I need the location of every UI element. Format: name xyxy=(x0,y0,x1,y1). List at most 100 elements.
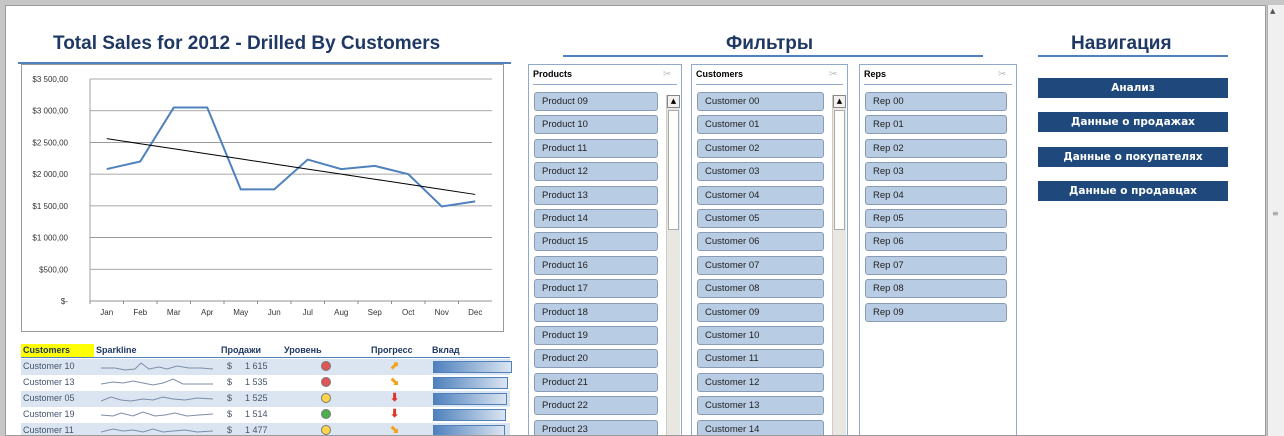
filters-title: Фильтры xyxy=(726,33,814,54)
customers-slicer-item[interactable]: Customer 02 xyxy=(697,138,824,158)
currency-symbol: $ xyxy=(227,393,233,403)
products-slicer-item[interactable]: Product 14 xyxy=(534,209,658,228)
trend-arrow-icon: ⬊ xyxy=(390,424,400,436)
products-slicer-item[interactable]: Product 09 xyxy=(534,92,658,111)
navigation-underline xyxy=(1038,55,1228,57)
products-slicer-item[interactable]: Product 10 xyxy=(534,115,658,135)
customers-slicer-item[interactable]: Customer 12 xyxy=(697,372,824,392)
scroll-up-icon[interactable]: ▲ xyxy=(1270,7,1275,15)
x-tick-label: Feb xyxy=(133,308,147,317)
table-row: Customer 10 $1 615 ⬈ xyxy=(21,359,512,375)
reps-slicer-item[interactable]: Rep 06 xyxy=(865,232,1007,252)
reps-slicer[interactable]: Reps ✂ Rep 00 Rep 01 Rep 02 Rep 03 Rep 04 Rep… xyxy=(859,64,1017,435)
header-progress: Прогресс xyxy=(371,345,413,355)
clear-filter-icon[interactable]: ✂ xyxy=(998,69,1006,80)
customers-slicer-item[interactable]: Customer 14 xyxy=(697,419,824,435)
products-slicer-item[interactable]: Product 11 xyxy=(534,138,658,158)
customers-slicer-item[interactable]: Customer 13 xyxy=(697,396,824,416)
trend-arrow-icon: ⬊ xyxy=(390,376,400,388)
sheet-vertical-scrollbar[interactable]: ▲ ≡ xyxy=(1267,5,1284,436)
sales-value: 1 615 xyxy=(245,361,268,371)
products-slicer-item[interactable]: Product 22 xyxy=(534,396,658,416)
reps-slicer-item[interactable]: Rep 02 xyxy=(865,138,1007,158)
x-tick-label: Dec xyxy=(468,308,482,317)
products-slicer-item[interactable]: Product 20 xyxy=(534,349,658,369)
customers-slicer-item[interactable]: Customer 08 xyxy=(697,279,824,299)
currency-symbol: $ xyxy=(227,425,233,435)
level-indicator-icon xyxy=(321,425,331,435)
products-slicer-item[interactable]: Product 23 xyxy=(534,419,658,435)
products-slicer-item[interactable]: Product 21 xyxy=(534,372,658,392)
products-slicer-item[interactable]: Product 18 xyxy=(534,302,658,322)
customer-name: Customer 13 xyxy=(23,377,75,387)
share-bar xyxy=(433,425,505,435)
reps-slicer-item[interactable]: Rep 08 xyxy=(865,279,1007,299)
customer-name: Customer 05 xyxy=(23,393,75,403)
table-header: Customers Sparkline Продажи Уровень Прог… xyxy=(21,344,510,358)
customers-slicer-item[interactable]: Customer 03 xyxy=(697,162,824,182)
filters-underline xyxy=(563,55,983,57)
customers-scrollbar[interactable]: ▲ xyxy=(832,95,846,435)
trend-arrow-icon: ⬇ xyxy=(390,392,400,404)
sales-value: 1 514 xyxy=(245,409,268,419)
customers-slicer-item[interactable]: Customer 04 xyxy=(697,185,824,205)
header-customers[interactable]: Customers xyxy=(21,344,94,357)
nav-sales-data-button[interactable]: Данные о продажах xyxy=(1038,112,1228,132)
x-tick-label: May xyxy=(233,308,248,317)
table-row: Customer 05 $1 525 ⬇ xyxy=(21,391,510,407)
nav-customers-data-button[interactable]: Данные о покупателях xyxy=(1038,147,1228,167)
sales-line-chart: $3 500,00 $3 000,00 $2 500,00 $2 000,00 $1 5… xyxy=(32,75,492,317)
y-tick-label: $1 500,00 xyxy=(32,202,68,211)
x-tick-label: Apr xyxy=(201,308,214,317)
reps-slicer-item[interactable]: Rep 04 xyxy=(865,185,1007,205)
products-slicer-item[interactable]: Product 13 xyxy=(534,185,658,205)
header-sparkline: Sparkline xyxy=(96,345,137,355)
x-tick-label: Jan xyxy=(100,308,113,317)
products-scrollbar[interactable]: ▲ xyxy=(666,95,680,435)
scroll-grip-icon[interactable]: ≡ xyxy=(1272,209,1279,218)
products-slicer-item[interactable]: Product 12 xyxy=(534,162,658,182)
reps-slicer-item[interactable]: Rep 01 xyxy=(865,115,1007,135)
customer-name: Customer 10 xyxy=(23,361,75,371)
nav-reps-data-button[interactable]: Данные о продавцах xyxy=(1038,181,1228,201)
customers-slicer-item[interactable]: Customer 07 xyxy=(697,255,824,275)
share-bar xyxy=(433,409,506,421)
table-row: Customer 13 $1 535 ⬊ xyxy=(21,375,510,391)
scroll-up-icon[interactable]: ▲ xyxy=(667,95,680,108)
products-slicer[interactable]: Products ✂ Product 09 Product 10 Product 1… xyxy=(528,64,682,435)
scroll-up-icon[interactable]: ▲ xyxy=(833,95,846,108)
share-bar-fill xyxy=(434,426,504,435)
sales-chart: $3 500,00 $3 000,00 $2 500,00 $2 000,00 $1 5… xyxy=(21,64,504,332)
scroll-thumb[interactable] xyxy=(668,110,679,230)
products-slicer-item[interactable]: Product 16 xyxy=(534,255,658,275)
customers-slicer-item[interactable]: Customer 09 xyxy=(697,302,824,322)
clear-filter-icon[interactable]: ✂ xyxy=(829,69,837,80)
reps-slicer-item[interactable]: Rep 03 xyxy=(865,162,1007,182)
share-bar-fill xyxy=(434,410,505,420)
header-level: Уровень xyxy=(284,345,322,355)
scroll-thumb[interactable] xyxy=(834,110,845,230)
products-slicer-item[interactable]: Product 17 xyxy=(534,279,658,299)
products-slicer-item[interactable]: Product 19 xyxy=(534,326,658,345)
customer-name: Customer 19 xyxy=(23,409,75,419)
customers-slicer[interactable]: Customers ✂ Customer 00 Customer 01 Custom… xyxy=(691,64,848,435)
reps-slicer-item[interactable]: Rep 09 xyxy=(865,302,1007,322)
reps-slicer-item[interactable]: Rep 00 xyxy=(865,92,1007,111)
currency-symbol: $ xyxy=(227,377,233,387)
customers-slicer-item[interactable]: Customer 06 xyxy=(697,232,824,252)
customers-slicer-item[interactable]: Customer 10 xyxy=(697,326,824,345)
customers-slicer-item[interactable]: Customer 05 xyxy=(697,209,824,228)
products-slicer-item[interactable]: Product 15 xyxy=(534,232,658,252)
reps-slicer-item[interactable]: Rep 07 xyxy=(865,255,1007,275)
y-tick-label: $- xyxy=(61,297,68,306)
customers-slicer-item[interactable]: Customer 11 xyxy=(697,349,824,369)
products-slicer-title: Products xyxy=(533,69,573,79)
customer-table: Customers Sparkline Продажи Уровень Прог… xyxy=(21,344,512,436)
customers-slicer-item[interactable]: Customer 01 xyxy=(697,115,824,135)
customers-slicer-item[interactable]: Customer 00 xyxy=(697,92,824,111)
level-indicator-icon xyxy=(321,409,331,419)
clear-filter-icon[interactable]: ✂ xyxy=(663,69,671,80)
nav-analysis-button[interactable]: Анализ xyxy=(1038,78,1228,98)
reps-slicer-item[interactable]: Rep 05 xyxy=(865,209,1007,228)
reps-slicer-title: Reps xyxy=(864,69,887,79)
